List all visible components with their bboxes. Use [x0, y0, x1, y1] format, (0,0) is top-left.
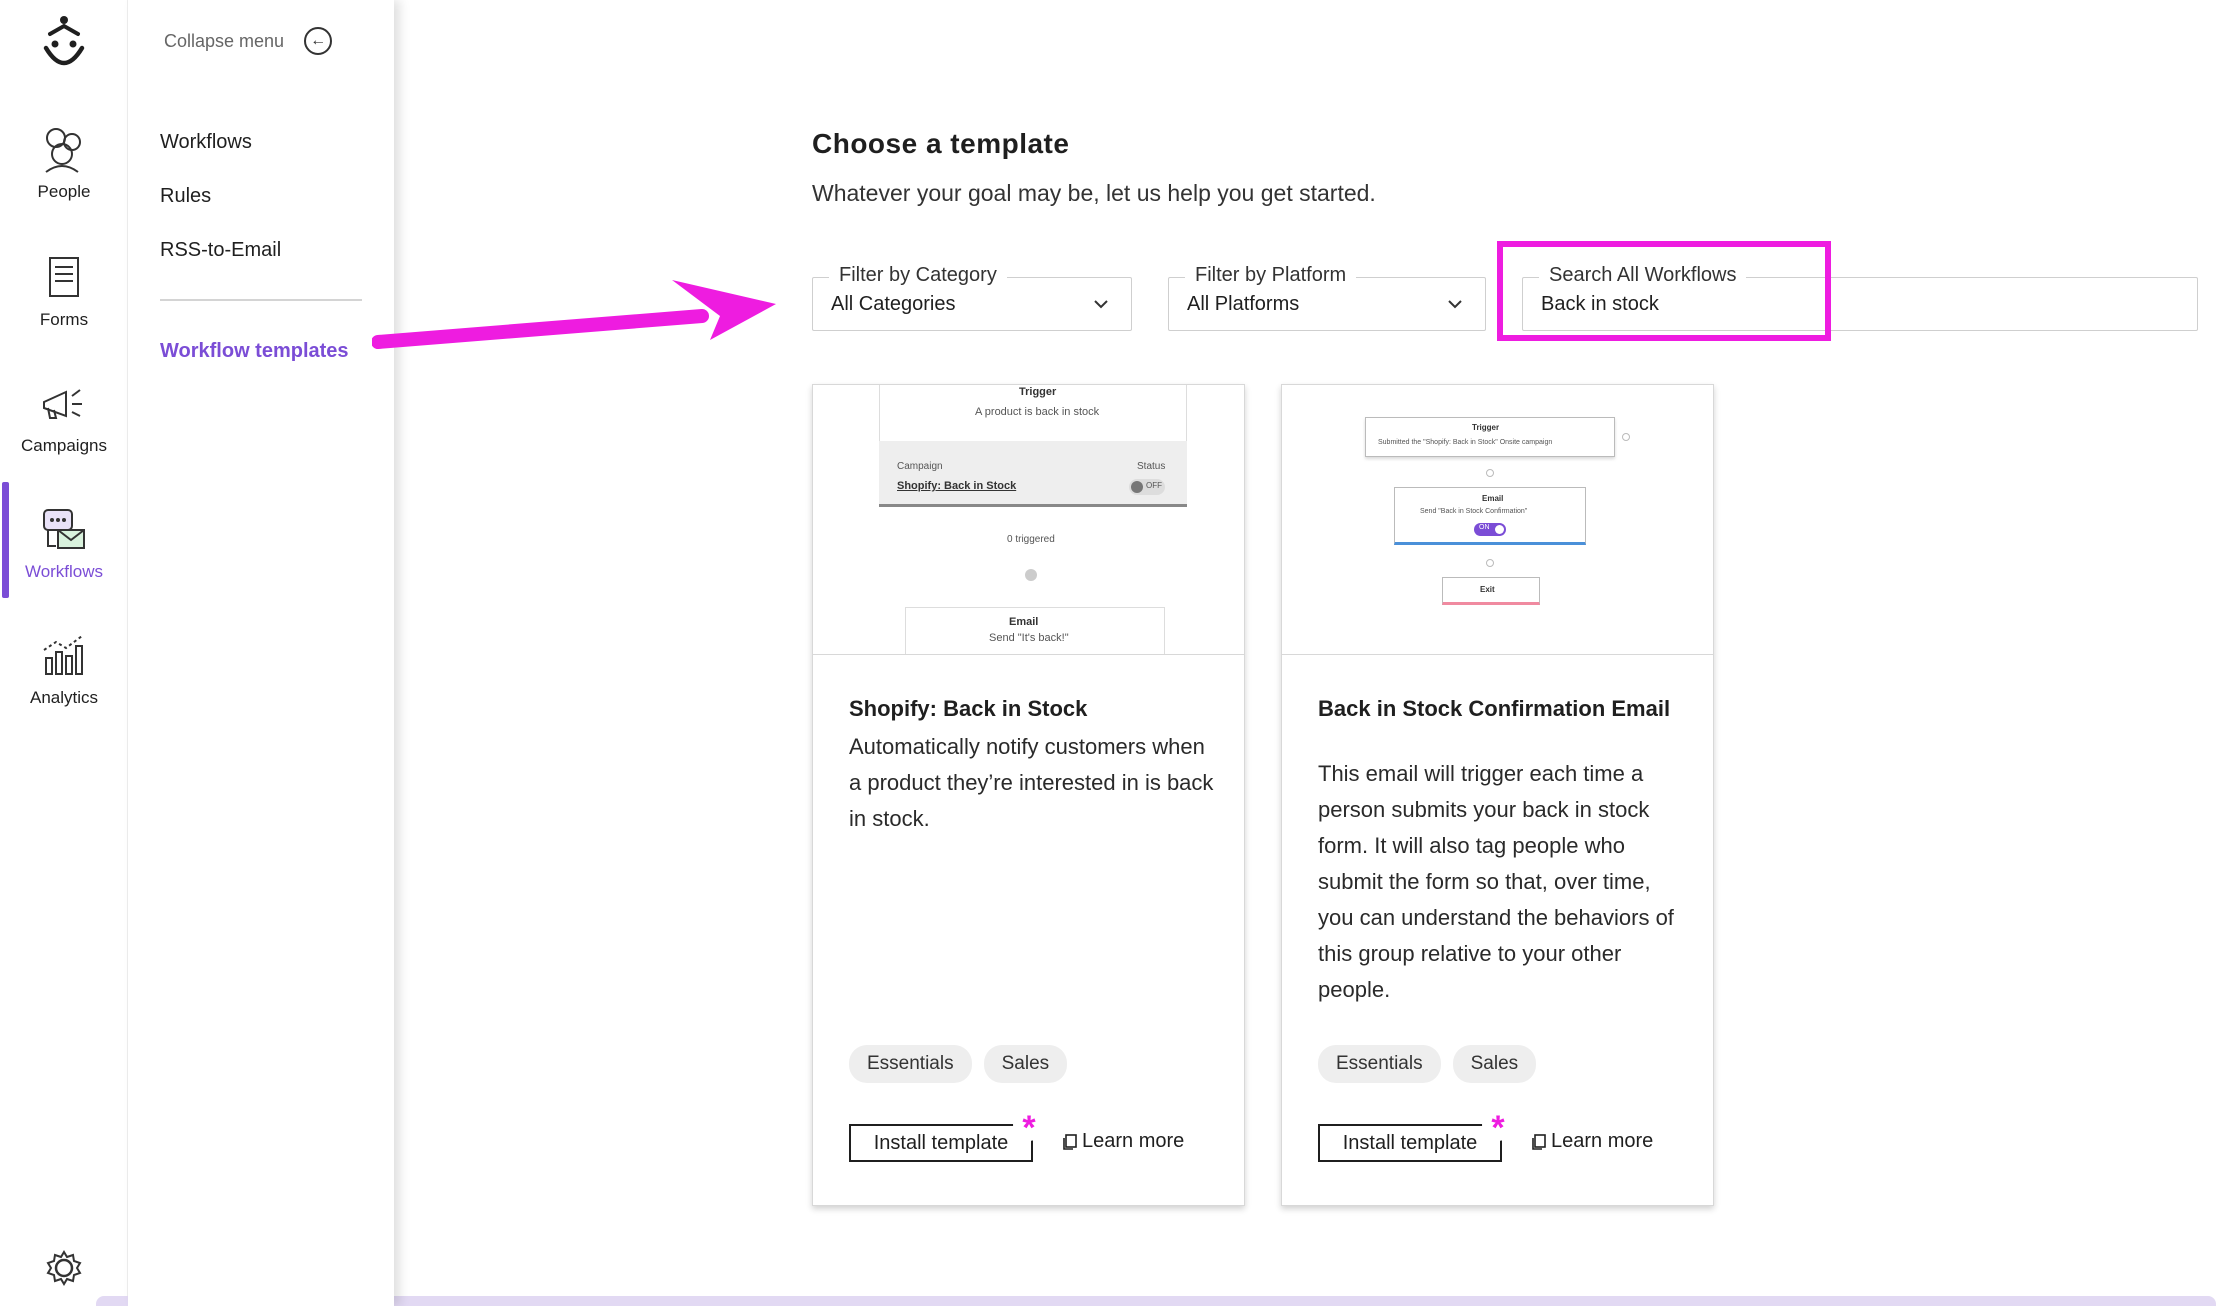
analytics-icon — [43, 635, 83, 675]
preview-connector-dot — [1486, 559, 1494, 567]
tag-chip[interactable]: Sales — [983, 1045, 1068, 1083]
settings-gear-icon[interactable] — [44, 1248, 84, 1288]
workflows-submenu: Collapse menu ← Workflows Rules RSS-to-E… — [128, 0, 394, 1306]
workflows-icon — [43, 509, 85, 549]
megaphone-icon — [43, 389, 82, 419]
platform-filter-label: Filter by Platform — [1185, 264, 1357, 287]
template-card[interactable]: Trigger A product is back in stock Campa… — [812, 384, 1245, 1206]
document-icon — [1532, 1133, 1546, 1150]
preview-trigger-label: Trigger — [1019, 386, 1057, 398]
icon-rail: People Forms Campaigns Workflows Analyti… — [0, 0, 128, 1306]
card-tags: Essentials Sales — [849, 1045, 1068, 1083]
collapse-arrow-icon[interactable]: ← — [304, 27, 333, 55]
rail-item-forms[interactable]: Forms — [0, 250, 128, 360]
submenu-divider — [160, 299, 362, 301]
document-icon — [1063, 1133, 1077, 1150]
submenu-item-rules[interactable]: Rules — [160, 185, 211, 208]
preview-toggle: OFF — [1129, 479, 1165, 495]
rail-label-people: People — [37, 182, 91, 201]
collapse-menu-control[interactable]: Collapse menu ← — [164, 26, 333, 56]
category-filter-value: All Categories — [831, 293, 956, 315]
preview-connector-dot — [1025, 569, 1037, 581]
learn-more-link[interactable]: Learn more — [1532, 1130, 1653, 1153]
annotation-arrow-icon — [372, 280, 776, 349]
card-tags: Essentials Sales — [1318, 1045, 1537, 1083]
learn-more-label: Learn more — [1551, 1130, 1654, 1152]
preview-campaign-box — [879, 441, 1187, 507]
submenu-item-workflows[interactable]: Workflows — [160, 131, 252, 154]
asterisk-annotation-icon: * — [1482, 1109, 1514, 1147]
preview-connector-dot — [1622, 433, 1630, 441]
preview-status-label: Status — [1137, 461, 1166, 472]
preview-triggered-count: 0 triggered — [1007, 534, 1055, 545]
learn-more-label: Learn more — [1082, 1130, 1185, 1152]
workflow-preview: Trigger Submitted the "Shopify: Back in … — [1282, 385, 1713, 655]
submenu-item-rss-to-email[interactable]: RSS-to-Email — [160, 239, 281, 262]
preview-campaign-label: Campaign — [897, 461, 943, 472]
tag-chip[interactable]: Essentials — [1318, 1045, 1441, 1083]
learn-more-link[interactable]: Learn more — [1063, 1130, 1184, 1153]
card-description: Automatically notify customers when a pr… — [849, 734, 1214, 831]
tag-chip[interactable]: Essentials — [849, 1045, 972, 1083]
smiley-logo-icon[interactable] — [38, 12, 90, 72]
collapse-menu-label: Collapse menu — [164, 30, 285, 51]
platform-filter-select[interactable]: Filter by Platform All Platforms — [1168, 264, 1486, 331]
forms-icon — [49, 257, 79, 297]
workflow-preview: Trigger A product is back in stock Campa… — [813, 385, 1244, 655]
choose-template-subtitle: Whatever your goal may be, let us help y… — [812, 180, 1376, 206]
preview-trigger-text: Submitted the "Shopify: Back in Stock" O… — [1378, 439, 1553, 446]
rail-item-workflows[interactable]: Workflows — [0, 502, 128, 612]
card-title: Shopify: Back in Stock — [849, 696, 1088, 721]
install-template-button[interactable]: Install template — [1318, 1124, 1502, 1162]
preview-campaign-name: Shopify: Back in Stock — [897, 480, 1017, 492]
preview-trigger-text: A product is back in stock — [975, 406, 1100, 418]
rail-label-workflows: Workflows — [24, 562, 104, 581]
rail-item-analytics[interactable]: Analytics — [0, 628, 128, 738]
preview-email-box — [905, 607, 1165, 654]
rail-item-people[interactable]: People — [0, 122, 128, 232]
category-filter-select[interactable]: Filter by Category All Categories — [812, 264, 1132, 331]
rail-label-forms: Forms — [39, 310, 89, 329]
preview-exit-label: Exit — [1480, 585, 1495, 594]
rail-item-campaigns[interactable]: Campaigns — [0, 376, 128, 486]
card-title: Back in Stock Confirmation Email — [1318, 696, 1671, 721]
preview-email-label: Email — [1482, 494, 1504, 503]
rail-label-campaigns: Campaigns — [21, 436, 107, 455]
choose-template-heading: Choose a template — [812, 128, 1070, 159]
people-icon — [45, 128, 81, 173]
bottom-bar — [96, 1296, 2216, 1306]
preview-trigger-label: Trigger — [1472, 423, 1500, 432]
preview-email-text: Send "It's back!" — [989, 632, 1069, 644]
category-filter-label: Filter by Category — [829, 264, 1007, 287]
platform-filter-value: All Platforms — [1187, 293, 1300, 315]
asterisk-annotation-icon: * — [1013, 1109, 1045, 1147]
card-description: This email will trigger each time a pers… — [1318, 761, 1674, 1002]
install-template-button[interactable]: Install template — [849, 1124, 1033, 1162]
search-highlight-box — [1497, 241, 1831, 341]
preview-toggle: ON — [1474, 523, 1506, 536]
preview-email-text: Send "Back in Stock Confirmation" — [1420, 508, 1528, 515]
chevron-down-icon — [1094, 300, 1108, 309]
tag-chip[interactable]: Sales — [1452, 1045, 1537, 1083]
submenu-item-workflow-templates[interactable]: Workflow templates — [160, 340, 349, 363]
preview-connector-dot — [1486, 469, 1494, 477]
template-card[interactable]: Trigger Submitted the "Shopify: Back in … — [1281, 384, 1714, 1206]
chevron-down-icon — [1448, 300, 1462, 309]
rail-label-analytics: Analytics — [29, 688, 99, 707]
preview-email-label: Email — [1009, 616, 1039, 628]
